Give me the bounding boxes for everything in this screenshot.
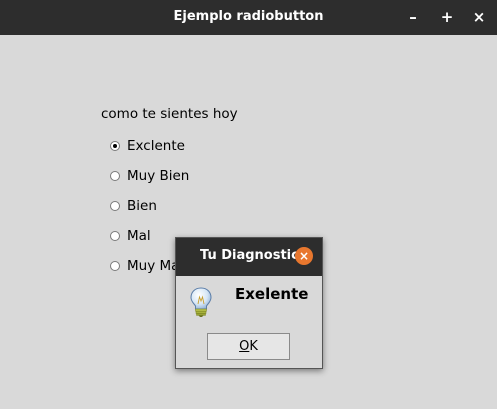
- dialog-close-button[interactable]: ×: [295, 247, 313, 265]
- dialog-titlebar: Tu Diagnostico ×: [176, 238, 322, 276]
- radio-label[interactable]: Mal: [127, 227, 151, 245]
- minimize-button[interactable]: –: [403, 7, 423, 27]
- radio-button[interactable]: [110, 141, 120, 151]
- radio-label[interactable]: Muy Bien: [127, 167, 189, 185]
- lightbulb-icon: [190, 287, 212, 317]
- radio-label[interactable]: Exclente: [127, 137, 185, 155]
- close-button[interactable]: ×: [469, 7, 489, 27]
- dialog-title: Tu Diagnostico: [200, 248, 308, 263]
- ok-label-rest[interactable]: K: [249, 339, 258, 354]
- radio-button[interactable]: [110, 201, 120, 211]
- diagnosis-dialog: Tu Diagnostico × Exelente OK: [175, 237, 323, 369]
- ok-mnemonic[interactable]: O: [239, 339, 249, 354]
- dialog-message: Exelente: [235, 285, 309, 303]
- radio-button[interactable]: [110, 261, 120, 271]
- ok-button[interactable]: OK: [207, 333, 290, 360]
- maximize-button[interactable]: +: [437, 7, 457, 27]
- radio-button[interactable]: [110, 171, 120, 181]
- question-label: como te sientes hoy: [101, 106, 238, 122]
- window-titlebar: Ejemplo radiobutton – + ×: [0, 0, 497, 35]
- radio-label[interactable]: Bien: [127, 197, 157, 215]
- radio-button[interactable]: [110, 231, 120, 241]
